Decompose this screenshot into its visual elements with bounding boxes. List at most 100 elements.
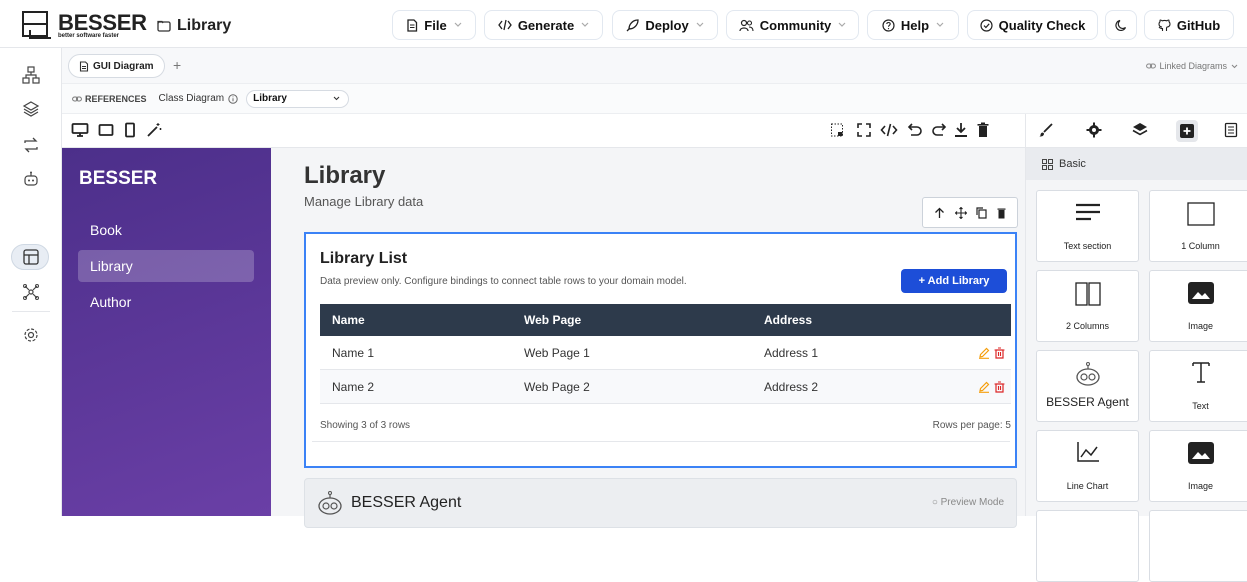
block-line-chart[interactable]: Line Chart xyxy=(1036,430,1139,502)
logo-title: BESSER xyxy=(58,9,147,35)
gui-diagram-icon[interactable] xyxy=(22,248,40,266)
redo-icon[interactable] xyxy=(931,122,947,138)
page-title: Library xyxy=(304,162,386,189)
theme-toggle-button[interactable] xyxy=(1105,10,1137,40)
sidebar-item-book[interactable]: Book xyxy=(78,214,254,246)
linked-diagrams-dropdown[interactable]: Linked Diagrams xyxy=(1146,61,1241,71)
preview-mode-label: ○ Preview Mode xyxy=(931,497,1004,508)
library-list-card[interactable]: Library List Data preview only. Configur… xyxy=(304,232,1017,468)
mobile-view-icon[interactable] xyxy=(124,122,136,138)
gear-icon[interactable] xyxy=(1086,122,1102,138)
cell-address: Address 2 xyxy=(764,379,819,394)
trash-icon[interactable] xyxy=(977,122,989,138)
state-machine-icon[interactable] xyxy=(22,136,40,154)
project-name[interactable]: Library xyxy=(157,17,231,35)
chevron-down-icon xyxy=(581,22,589,27)
table-row: Name 1 Web Page 1 Address 1 xyxy=(320,336,1011,370)
object-diagram-icon[interactable] xyxy=(22,283,40,301)
agent-title: BESSER Agent xyxy=(351,494,462,511)
generate-menu-label: Generate xyxy=(517,17,575,33)
table-description: Data preview only. Configure bindings to… xyxy=(320,276,687,287)
generate-menu-button[interactable]: Generate xyxy=(484,10,603,40)
copy-icon[interactable] xyxy=(976,206,987,219)
main-content: Library Manage Library data Library List… xyxy=(271,148,1025,528)
design-canvas: BESSER Book Library Author Library Manag… xyxy=(62,148,1025,528)
download-icon[interactable] xyxy=(954,122,968,138)
edit-icon[interactable] xyxy=(978,347,990,359)
fullscreen-icon[interactable] xyxy=(856,122,872,138)
besser-logo[interactable]: BESSER better software faster xyxy=(22,10,147,40)
undo-icon[interactable] xyxy=(907,122,923,138)
row-actions xyxy=(978,336,1005,369)
cell-web-page: Web Page 2 xyxy=(524,379,590,394)
layers-icon[interactable] xyxy=(22,100,40,118)
besser-agent-card[interactable]: BESSER Agent ○ Preview Mode xyxy=(304,478,1017,528)
block-two-columns[interactable]: 2 Columns xyxy=(1036,270,1139,342)
basic-category-header[interactable]: Basic xyxy=(1026,148,1247,180)
edit-icon[interactable] xyxy=(978,381,990,393)
top-bar: BESSER better software faster Library Fi… xyxy=(0,0,1247,48)
block-more[interactable] xyxy=(1036,510,1139,582)
left-rail xyxy=(0,48,62,516)
trash-icon[interactable] xyxy=(997,207,1006,219)
magic-wand-icon[interactable] xyxy=(146,122,162,138)
block-besser-agent[interactable]: BESSER Agent xyxy=(1036,350,1139,422)
tab-gui-diagram[interactable]: GUI Diagram xyxy=(68,54,165,78)
settings-icon[interactable] xyxy=(22,326,40,344)
desktop-view-icon[interactable] xyxy=(71,122,89,138)
chevron-down-icon xyxy=(696,22,704,27)
block-label: Text section xyxy=(1063,241,1112,251)
two-columns-icon xyxy=(1074,282,1101,306)
pages-icon[interactable] xyxy=(1224,122,1238,138)
brush-icon[interactable] xyxy=(1038,122,1054,138)
info-icon[interactable] xyxy=(228,93,238,104)
help-menu-button[interactable]: Help xyxy=(867,10,959,40)
folder-icon xyxy=(157,20,171,32)
page-subtitle: Manage Library data xyxy=(304,194,424,209)
add-tab-button[interactable]: + xyxy=(173,57,181,73)
layers-icon[interactable] xyxy=(1132,122,1148,138)
image-icon xyxy=(1187,442,1214,464)
rows-per-page[interactable]: Rows per page: 5 xyxy=(933,420,1011,431)
robot-icon[interactable] xyxy=(22,170,40,188)
library-table: Name Web Page Address Name 1 Web Page 1 … xyxy=(320,304,1011,404)
delete-icon[interactable] xyxy=(994,346,1005,359)
quality-check-button[interactable]: Quality Check xyxy=(967,10,1098,40)
column-header-address: Address xyxy=(764,313,813,327)
right-panel-tabs xyxy=(1025,114,1247,148)
block-label: 1 Column xyxy=(1181,241,1220,251)
table-header: Name Web Page Address xyxy=(320,304,1011,336)
chevron-down-icon xyxy=(936,22,944,27)
diagram-tabs-bar: GUI Diagram + Linked Diagrams xyxy=(62,48,1247,84)
block-text-section[interactable]: Text section xyxy=(1036,190,1139,262)
move-icon[interactable] xyxy=(954,206,967,219)
tablet-view-icon[interactable] xyxy=(98,122,114,138)
tab-gui-diagram-label: GUI Diagram xyxy=(93,60,154,72)
block-image[interactable]: Image xyxy=(1149,430,1247,502)
block-text[interactable]: Text xyxy=(1149,350,1247,422)
add-library-button[interactable]: + Add Library xyxy=(901,269,1007,293)
quality-check-label: Quality Check xyxy=(998,17,1086,33)
sidebar-item-library[interactable]: Library xyxy=(78,250,254,282)
deploy-menu-button[interactable]: Deploy xyxy=(612,10,718,40)
toggle-outline-icon[interactable] xyxy=(830,122,844,138)
rocket-icon xyxy=(626,18,639,31)
github-button[interactable]: GitHub xyxy=(1144,10,1234,40)
delete-icon[interactable] xyxy=(994,380,1005,393)
class-diagram-icon[interactable] xyxy=(22,66,40,84)
robot-icon xyxy=(1075,362,1100,386)
class-diagram-select[interactable]: Library xyxy=(246,89,350,108)
block-more[interactable] xyxy=(1149,510,1247,582)
file-menu-button[interactable]: File xyxy=(392,10,476,40)
blocks-panel: Basic Text section 1 Column 2 Columns Im… xyxy=(1025,148,1247,582)
chevron-down-icon xyxy=(333,96,340,101)
sidebar-item-author[interactable]: Author xyxy=(78,286,254,318)
block-image[interactable]: Image xyxy=(1149,270,1247,342)
rail-divider xyxy=(12,311,50,312)
community-menu-button[interactable]: Community xyxy=(726,10,859,40)
code-view-icon[interactable] xyxy=(880,122,898,138)
row-actions xyxy=(978,370,1005,403)
one-column-icon xyxy=(1186,202,1215,226)
block-one-column[interactable]: 1 Column xyxy=(1149,190,1247,262)
arrow-up-icon[interactable] xyxy=(934,207,945,219)
